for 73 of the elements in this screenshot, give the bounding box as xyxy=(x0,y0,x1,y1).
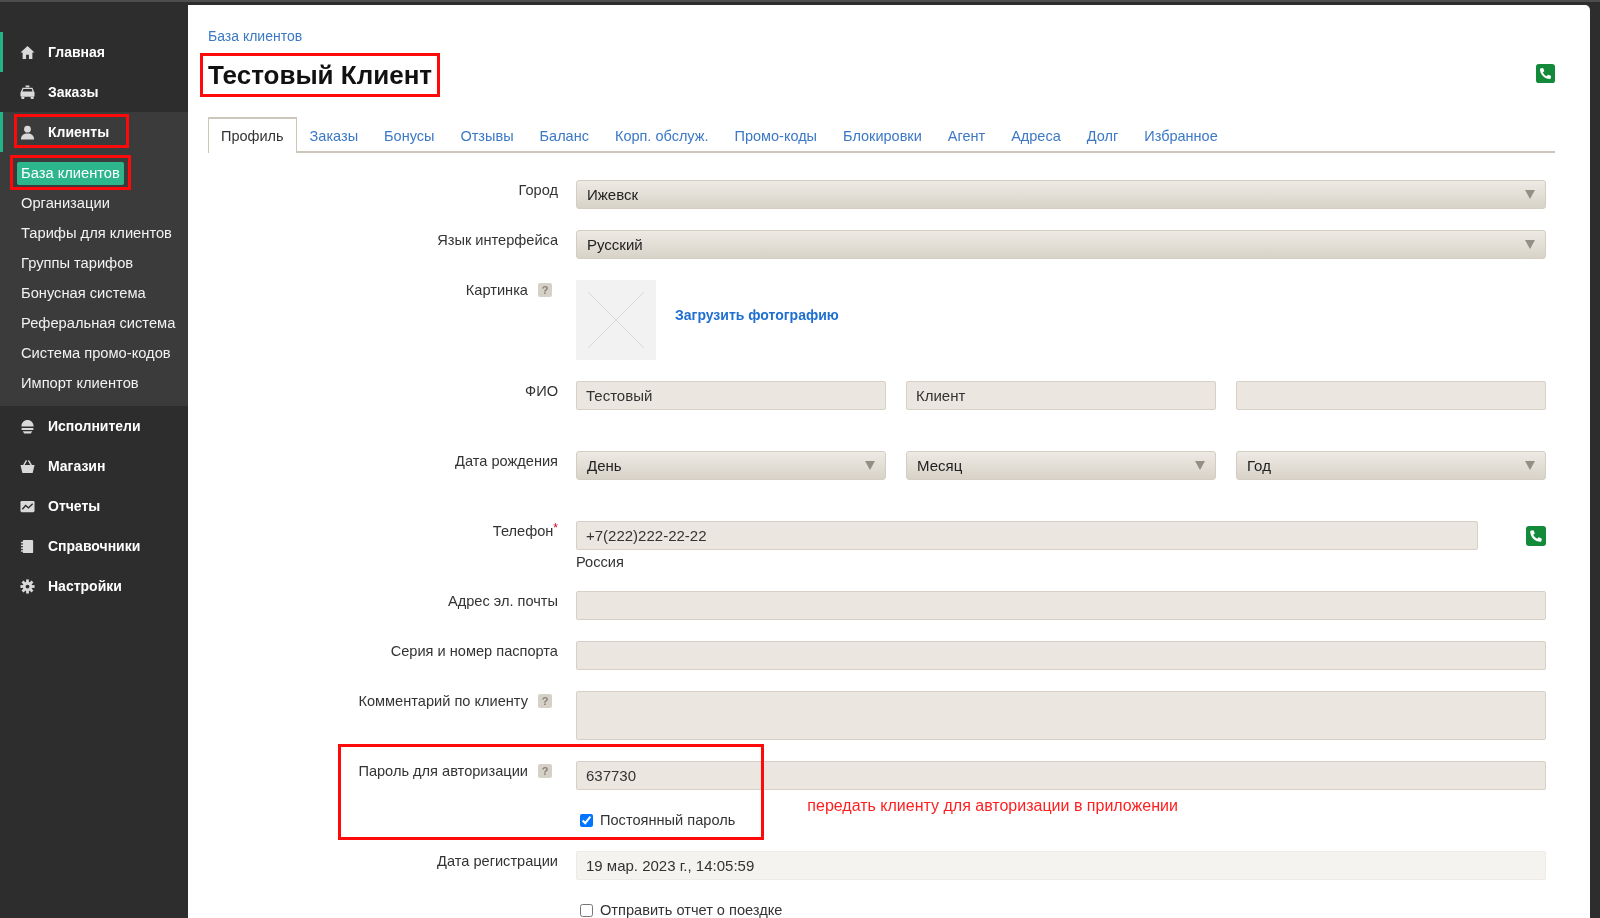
input-field[interactable]: +7(222)222-22-22 xyxy=(576,521,1478,550)
sidebar-item[interactable]: Заказы xyxy=(0,72,188,112)
select-field[interactable]: Русский xyxy=(576,230,1546,259)
tab[interactable]: Промо-коды xyxy=(721,117,831,153)
caret-icon xyxy=(1525,190,1535,199)
field-label: Картинка xyxy=(465,281,528,300)
select-field[interactable]: День xyxy=(576,451,886,480)
basket-icon xyxy=(20,458,35,474)
car-icon xyxy=(20,84,35,100)
field-label: Дата рождения xyxy=(455,452,558,471)
sidebar-item[interactable]: Настройки xyxy=(0,566,188,606)
field-label: Адрес эл. почты xyxy=(447,592,558,611)
cap-icon xyxy=(20,418,35,434)
field-label: Телефон* xyxy=(492,521,558,541)
field-label: Язык интерфейса xyxy=(437,231,558,250)
submenu-item[interactable]: Группы тарифов xyxy=(17,251,138,275)
field-label: Дата регистрации xyxy=(437,852,558,871)
input-field[interactable]: Клиент xyxy=(906,381,1216,410)
checkbox[interactable] xyxy=(580,903,593,917)
checkbox-label[interactable]: Постоянный пароль xyxy=(600,812,736,828)
tab[interactable]: Избранное xyxy=(1131,117,1231,153)
annotation-note: передать клиенту для авторизации в приложении xyxy=(807,798,1178,814)
submenu-item[interactable]: Импорт клиентов xyxy=(17,371,143,395)
upload-link[interactable]: Загрузить фотографию xyxy=(675,307,839,323)
country-text: Россия xyxy=(576,554,624,570)
tab[interactable]: Долг xyxy=(1073,117,1132,153)
input-field[interactable] xyxy=(576,591,1546,620)
field-label: Город xyxy=(518,181,558,200)
tab[interactable]: Корп. обслуж. xyxy=(601,117,722,153)
tab[interactable]: Адреса xyxy=(998,117,1074,153)
sidebar-item[interactable]: Справочники xyxy=(0,526,188,566)
tab[interactable]: Отзывы xyxy=(447,117,527,153)
select-field[interactable]: Ижевск xyxy=(576,180,1546,209)
tab[interactable]: Агент xyxy=(934,117,999,153)
tab[interactable]: Заказы xyxy=(296,117,372,153)
submenu-item[interactable]: Тарифы для клиентов xyxy=(17,221,176,245)
input-field[interactable] xyxy=(1236,381,1546,410)
home-icon xyxy=(20,44,35,60)
checkbox-label[interactable]: Отправить отчет о поездке xyxy=(600,902,783,918)
tab[interactable]: Баланс xyxy=(526,117,602,153)
submenu-item[interactable]: Система промо-кодов xyxy=(17,341,175,365)
input-field[interactable] xyxy=(576,641,1546,670)
page-title: Тестовый Клиент xyxy=(207,59,434,92)
settings-icon xyxy=(20,578,35,594)
submenu-item[interactable]: Реферальная система xyxy=(17,311,180,335)
phone-icon[interactable] xyxy=(1536,63,1555,83)
field-label: Пароль для авторизации xyxy=(358,762,528,781)
input-field[interactable]: 637730 xyxy=(576,761,1546,790)
breadcrumb-link[interactable]: База клиентов xyxy=(208,28,303,44)
sidebar-item[interactable]: Отчеты xyxy=(0,486,188,526)
sidebar-item[interactable]: Магазин xyxy=(0,446,188,486)
sidebar-item[interactable]: Исполнители xyxy=(0,406,188,446)
readonly-field[interactable]: 19 мар. 2023 г., 14:05:59 xyxy=(576,851,1546,880)
caret-icon xyxy=(1195,461,1205,470)
checkbox[interactable] xyxy=(580,813,593,827)
field-label: Серия и номер паспорта xyxy=(390,642,558,661)
person-icon xyxy=(20,124,35,140)
caret-icon xyxy=(1525,461,1535,470)
phone-icon[interactable] xyxy=(1526,525,1546,546)
field-label: ФИО xyxy=(525,382,558,401)
submenu-item[interactable]: Бонусная система xyxy=(17,281,150,305)
notebook-icon xyxy=(20,538,35,554)
select-field[interactable]: Год xyxy=(1236,451,1546,480)
tab[interactable]: Профиль xyxy=(208,117,297,153)
submenu-item[interactable]: Организации xyxy=(17,191,114,215)
select-field[interactable]: Месяц xyxy=(906,451,1216,480)
tab[interactable]: Блокировки xyxy=(830,117,935,153)
caret-icon xyxy=(865,461,875,470)
input-field[interactable]: Тестовый xyxy=(576,381,886,410)
chart-icon xyxy=(20,498,35,514)
caret-icon xyxy=(1525,240,1535,249)
tab[interactable]: Бонусы xyxy=(371,117,448,153)
field-label: Комментарий по клиенту xyxy=(358,692,528,711)
